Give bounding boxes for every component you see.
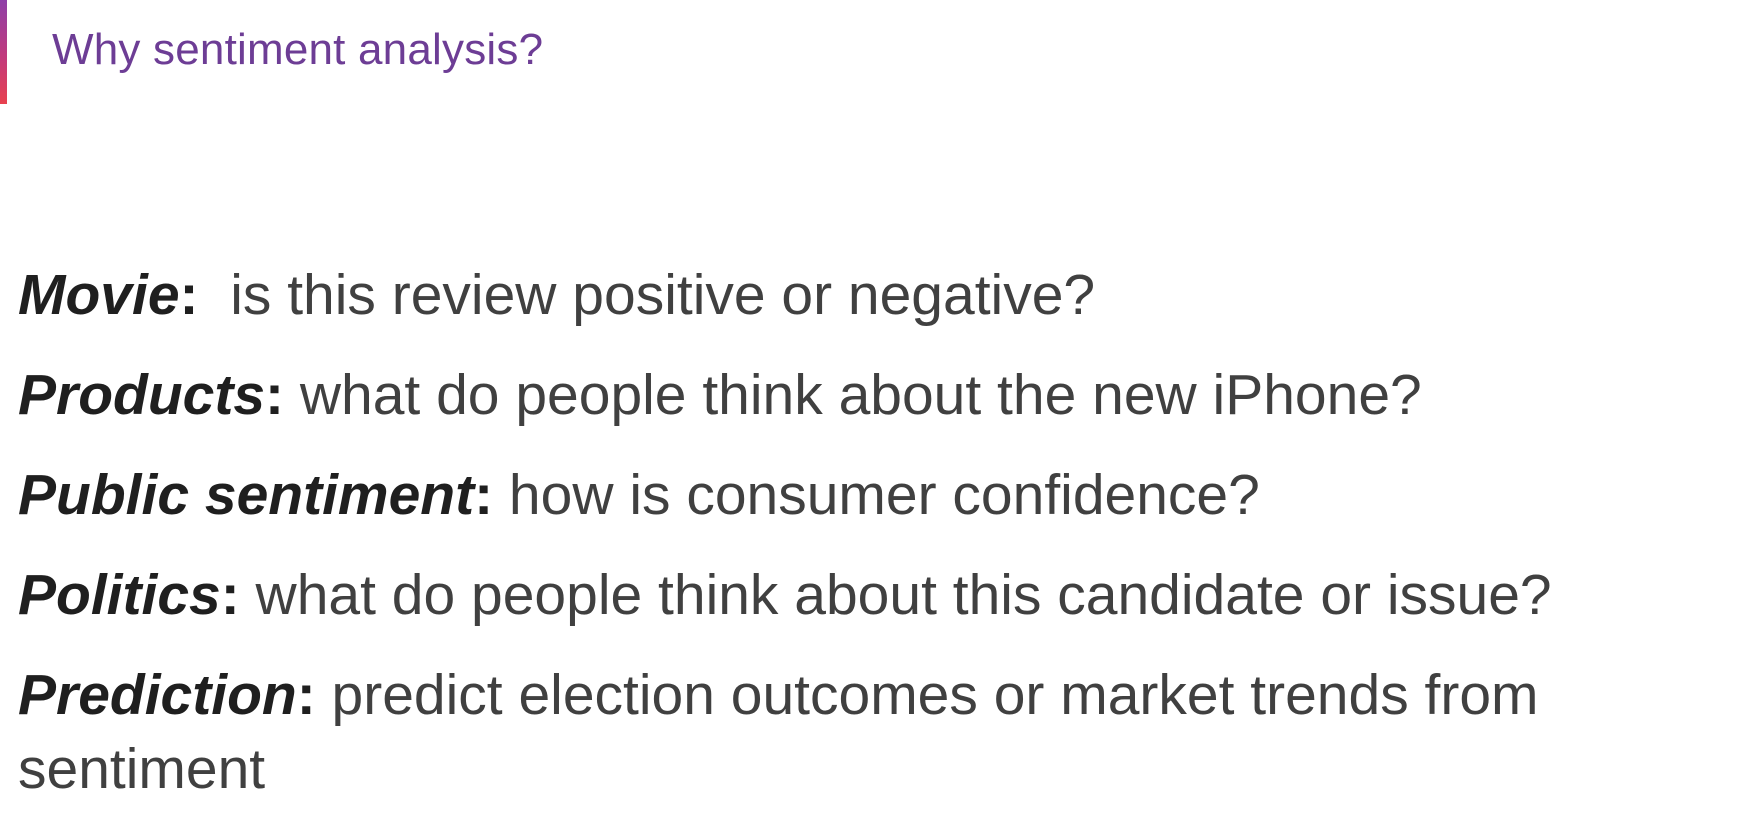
bullet-text: what do people think about the new iPhon… (284, 363, 1422, 427)
bullet-term: Public sentiment (18, 463, 475, 527)
bullet-colon: : (265, 363, 285, 427)
bullet-text: is this review positive or negative? (198, 263, 1096, 327)
bullet-colon: : (296, 663, 316, 727)
bullet-term: Politics (18, 563, 221, 627)
bullet-term: Prediction (18, 663, 297, 727)
bullet-text: what do people think about this candidat… (239, 563, 1552, 627)
bullet-item-movie: Movie: is this review positive or negati… (18, 258, 1738, 358)
slide-title: Why sentiment analysis? (52, 25, 544, 74)
bullet-colon: : (474, 463, 494, 527)
bullet-item-politics: Politics: what do people think about thi… (18, 558, 1738, 658)
accent-bar (0, 0, 7, 104)
bullet-list: Movie: is this review positive or negati… (18, 258, 1738, 806)
bullet-item-public-sentiment: Public sentiment: how is consumer confid… (18, 458, 1738, 558)
bullet-colon: : (220, 563, 240, 627)
bullet-term: Products (18, 363, 266, 427)
bullet-colon: : (179, 263, 199, 327)
bullet-term: Movie (18, 263, 180, 327)
bullet-item-prediction: Prediction: predict election outcomes or… (18, 658, 1718, 806)
bullet-text: how is consumer confidence? (493, 463, 1260, 527)
bullet-item-products: Products: what do people think about the… (18, 358, 1738, 458)
